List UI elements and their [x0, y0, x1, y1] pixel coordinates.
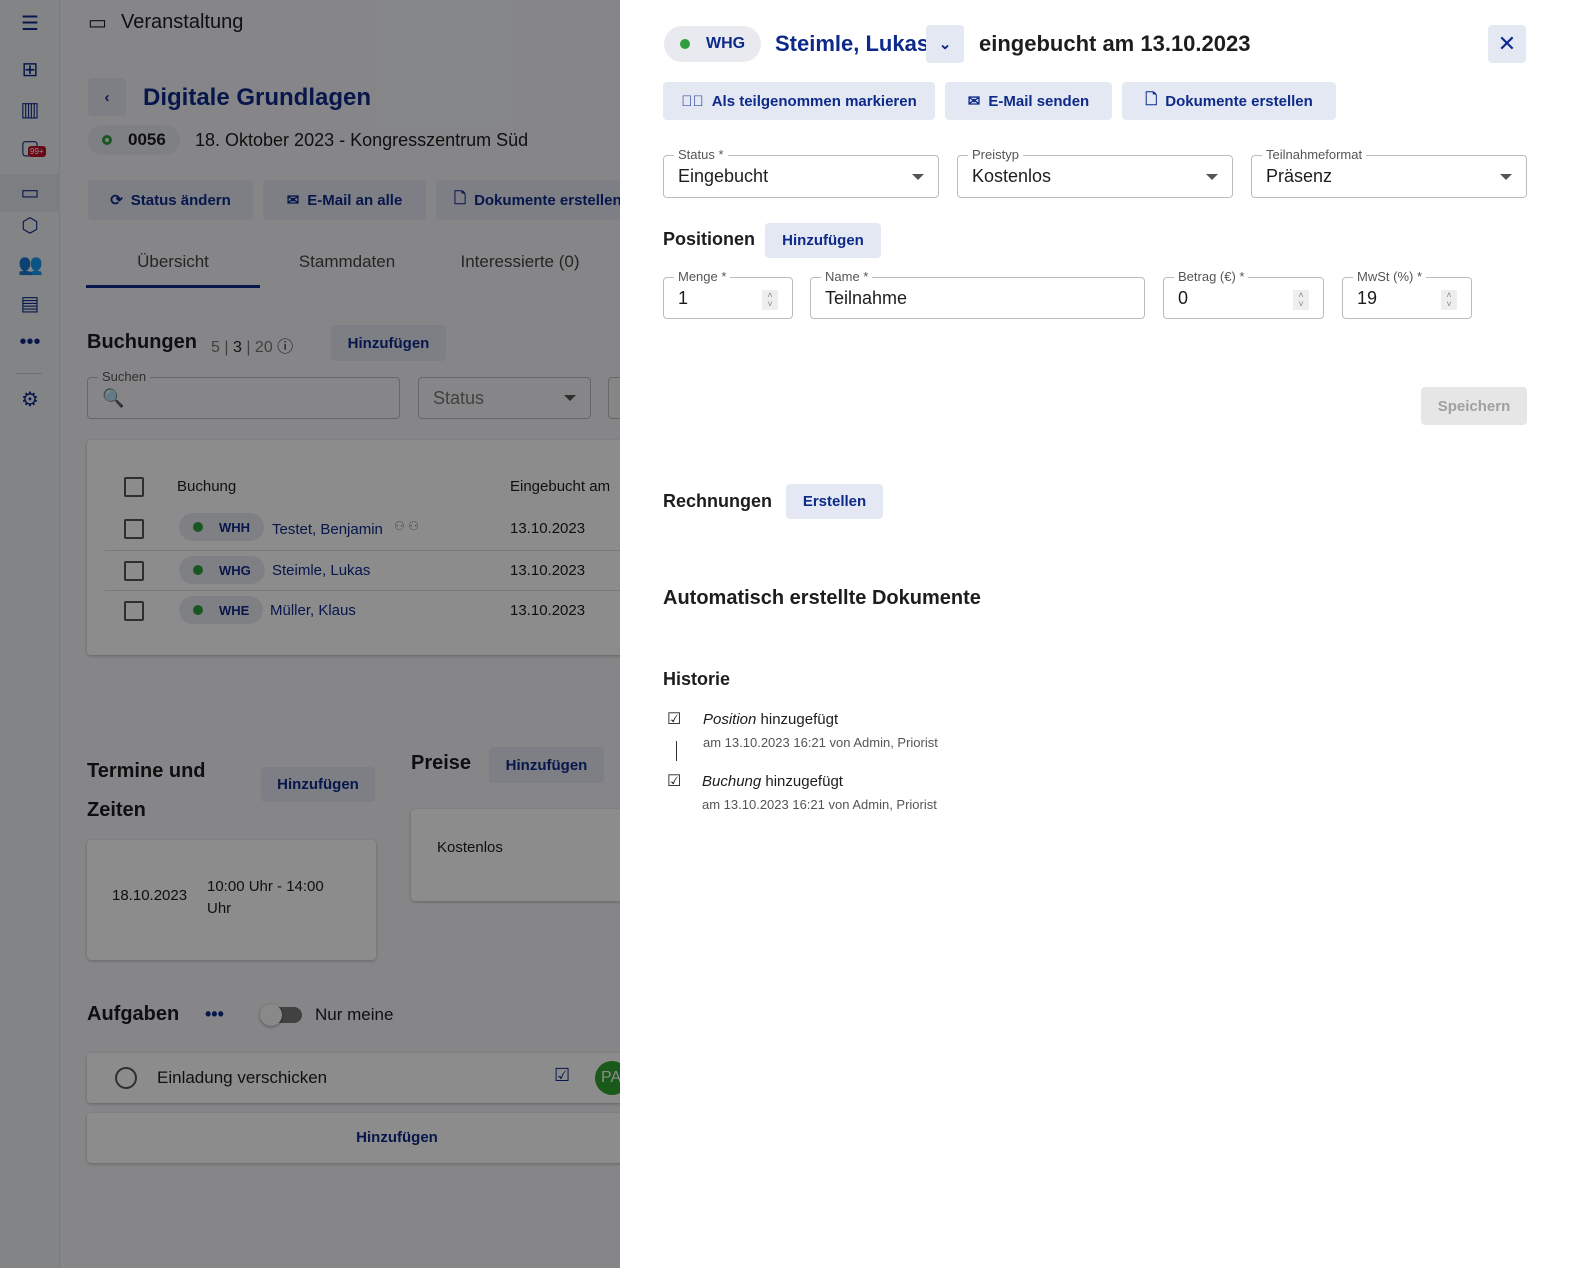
document-icon: 🗋: [1145, 90, 1158, 108]
create-invoice-button[interactable]: Erstellen: [786, 484, 883, 519]
invoices-title: Rechnungen: [663, 491, 773, 511]
modal-backdrop[interactable]: [0, 0, 620, 1268]
mark-attended-button[interactable]: ✓⃝ Als teilgenommen markieren: [663, 82, 935, 120]
booking-name: Steimle, Lukas: [775, 31, 930, 56]
mail-icon: ✉: [967, 93, 981, 110]
booking-drawer: WHG Steimle, Lukas ⌄ eingebucht am 13.10…: [620, 0, 1583, 1268]
positions-title: Positionen: [663, 229, 756, 249]
history-title: Historie: [663, 669, 731, 689]
participation-format-select[interactable]: Teilnahmeformat Präsenz: [1251, 147, 1527, 198]
booked-date: eingebucht am 13.10.2023: [979, 31, 1251, 56]
amount-stepper[interactable]: Betrag (€) * 0 ˄ ˅: [1163, 269, 1324, 319]
auto-docs-title: Automatisch erstellte Dokumente: [663, 587, 981, 609]
positions-add-button[interactable]: Hinzufügen: [765, 223, 881, 258]
quantity-stepper[interactable]: Menge * 1 ˄ ˅: [663, 269, 793, 319]
clipboard-check-icon: ☑: [667, 773, 682, 790]
check-circle-icon: ✓⃝: [681, 92, 704, 110]
chevron-down-icon[interactable]: ⌄: [926, 25, 964, 63]
position-name-field[interactable]: Name * Teilnahme: [810, 269, 1145, 319]
booking-chip: WHG: [664, 26, 762, 62]
vat-stepper[interactable]: MwSt (%) * 19 ˄ ˅: [1342, 269, 1472, 319]
send-email-button[interactable]: ✉ E-Mail senden: [945, 82, 1112, 120]
close-icon: ✕: [1497, 31, 1517, 56]
status-select[interactable]: Status * Eingebucht: [663, 147, 939, 198]
save-button[interactable]: Speichern: [1421, 387, 1527, 425]
price-type-select[interactable]: Preistyp Kostenlos: [957, 147, 1233, 198]
clipboard-check-icon: ☑: [667, 711, 682, 728]
timeline-line: [676, 741, 677, 761]
create-documents-button[interactable]: 🗋 Dokumente erstellen: [1122, 82, 1336, 120]
close-button[interactable]: ✕: [1488, 25, 1526, 63]
